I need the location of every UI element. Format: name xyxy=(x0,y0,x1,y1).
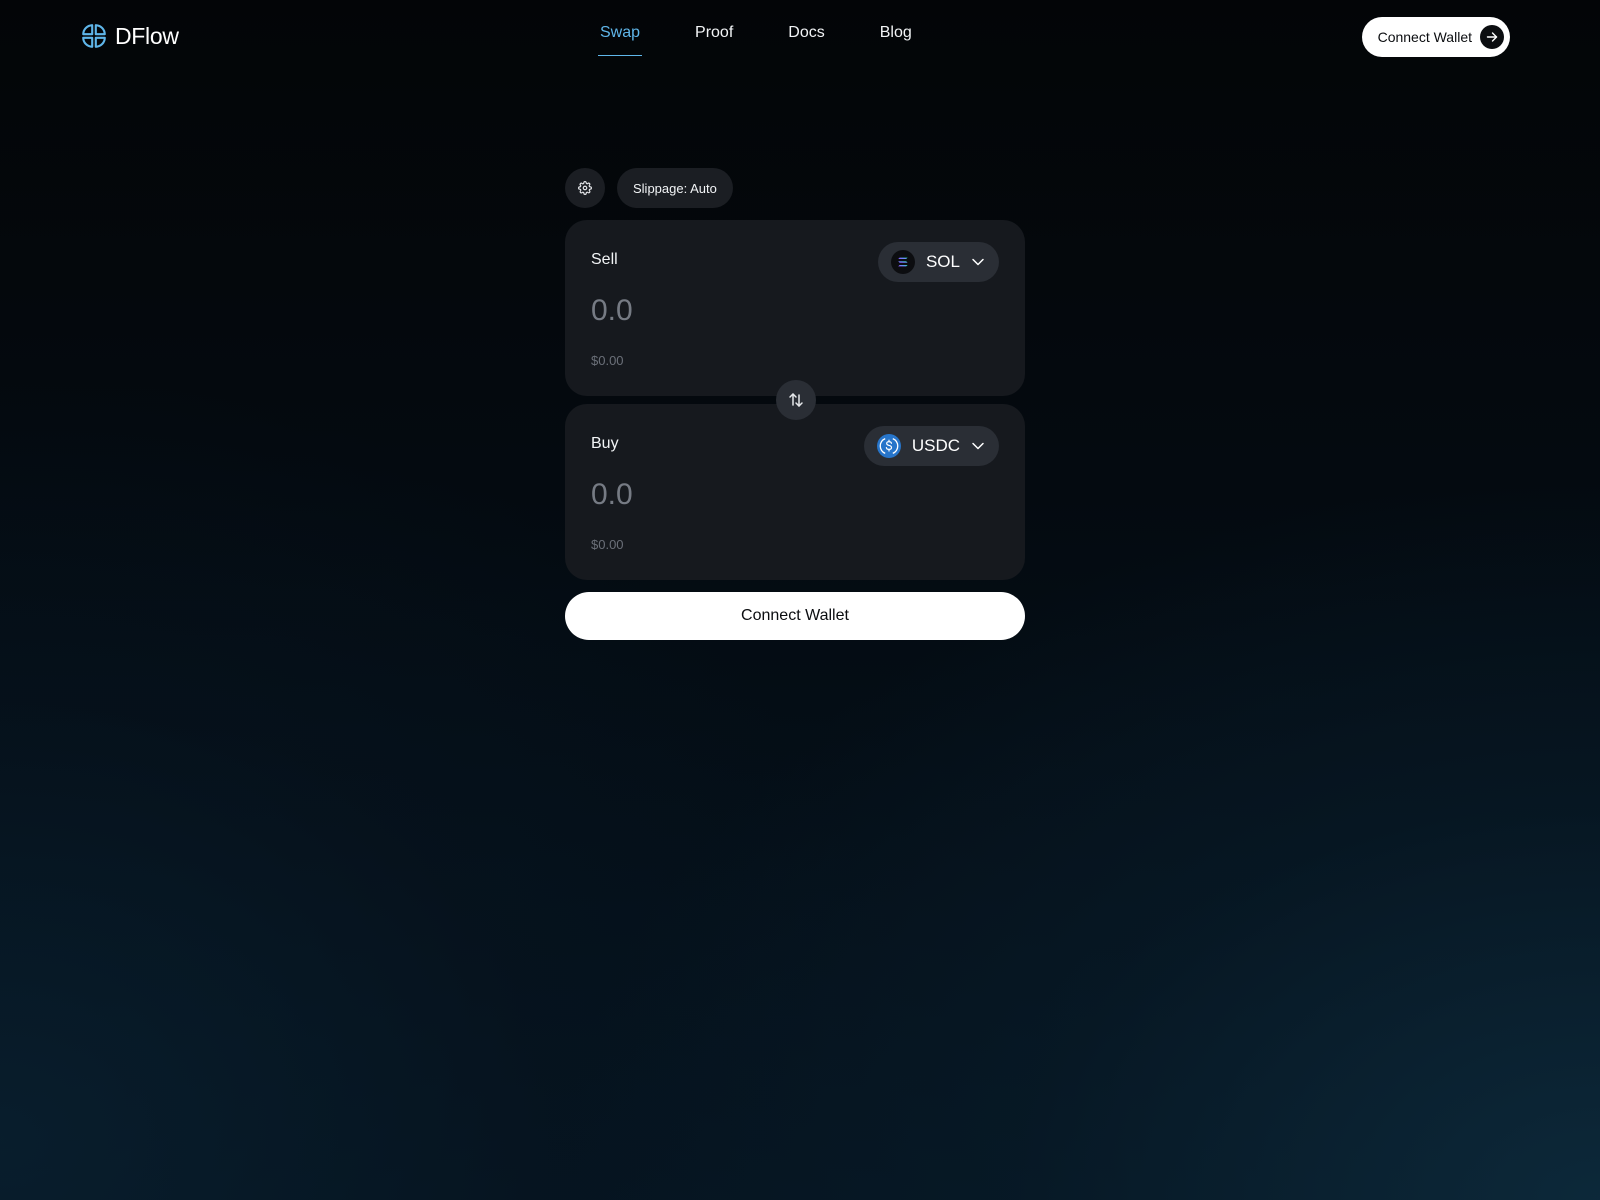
buy-usd-value: $0.00 xyxy=(591,537,624,552)
chevron-down-icon xyxy=(972,258,984,266)
brand-name: DFlow xyxy=(115,22,179,49)
header-connect-wallet-button[interactable]: Connect Wallet xyxy=(1361,17,1510,57)
dflow-logo-icon xyxy=(82,24,106,48)
main-nav: Swap Proof Docs Blog xyxy=(597,24,967,60)
sell-amount-input[interactable] xyxy=(591,294,891,328)
sell-card: Sell SOL 0.0 $0.00 xyxy=(565,220,1025,396)
header-connect-wallet-label: Connect Wallet xyxy=(1377,29,1472,45)
sell-usd-value: $0.00 xyxy=(591,353,624,368)
nav-item-swap[interactable]: Swap xyxy=(597,24,643,56)
sell-token-select[interactable]: SOL xyxy=(877,242,999,282)
swap-direction-button[interactable] xyxy=(776,380,816,420)
page: DFlow Swap Proof Docs Blog Connect Walle… xyxy=(0,0,1600,1200)
nav-item-docs[interactable]: Docs xyxy=(788,24,824,56)
sell-token-name: SOL xyxy=(925,252,960,271)
chevron-down-icon xyxy=(972,442,984,450)
gear-icon xyxy=(578,181,592,195)
top-navigation-bar: DFlow Swap Proof Docs Blog Connect Walle… xyxy=(0,0,1600,72)
buy-label: Buy xyxy=(591,435,619,452)
nav-item-blog[interactable]: Blog xyxy=(880,24,912,56)
buy-amount-input[interactable] xyxy=(591,478,891,512)
swap-toolbar: Slippage: Auto xyxy=(565,168,1025,208)
nav-item-proof[interactable]: Proof xyxy=(695,24,733,56)
usdc-icon xyxy=(876,434,901,458)
swap-widget: Slippage: Auto Sell SOL 0.0 $0.00 Buy US… xyxy=(565,168,1025,640)
brand-logo[interactable]: DFlow xyxy=(80,20,179,52)
buy-card: Buy USDC $0.00 xyxy=(565,404,1025,580)
buy-token-select[interactable]: USDC xyxy=(863,426,999,466)
slippage-button[interactable]: Slippage: Auto xyxy=(617,168,733,208)
arrow-right-icon xyxy=(1480,25,1504,49)
buy-token-name: USDC xyxy=(911,436,960,455)
solana-icon xyxy=(890,250,915,274)
swap-arrows-icon xyxy=(789,393,803,407)
settings-button[interactable] xyxy=(565,168,605,208)
connect-wallet-button[interactable]: Connect Wallet xyxy=(565,592,1025,640)
sell-label: Sell xyxy=(591,251,618,268)
